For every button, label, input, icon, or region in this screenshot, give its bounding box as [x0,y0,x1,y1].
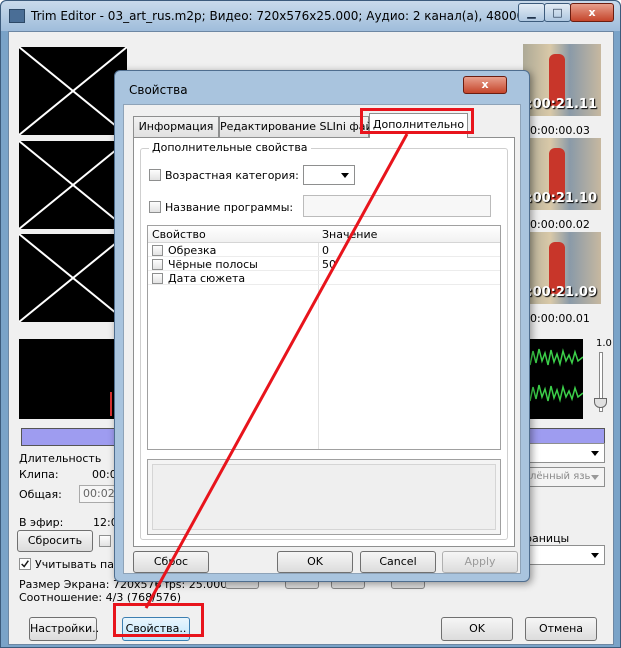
program-name-input[interactable] [303,195,491,217]
properties-dialog: Свойства x Информация Редактирование SLI… [114,70,530,582]
bounds-label: раницы [525,532,570,545]
empty-frame-3 [19,234,127,322]
thumbnail-time: 00:00:00.01 [523,312,590,325]
chevron-down-icon [591,451,599,456]
property-description-inner [152,464,496,530]
video-thumbnail[interactable]: 12:00:21.09 [523,232,601,304]
grid-header-value[interactable]: Значение [322,228,377,241]
p-checkbox[interactable] [99,535,111,547]
dialog-apply-button[interactable]: Apply [442,551,518,573]
consider-params-checkbox[interactable] [19,558,31,570]
cancel-button[interactable]: Отмена [525,617,597,641]
grid-row-name: Дата сюжета [168,272,246,285]
grid-row-value[interactable]: 0 [322,244,329,257]
close-button[interactable]: x [570,3,614,22]
chevron-down-icon [591,553,599,558]
dialog-cancel-button[interactable]: Cancel [360,551,436,573]
thumbnail-timecode: 12:00:21.09 [523,285,597,300]
grid-row[interactable]: Чёрные полосы 50 [148,258,500,271]
settings-button[interactable]: Настройки.. [29,617,99,641]
grid-row[interactable]: Дата сюжета [148,272,500,285]
dialog-ok-button[interactable]: OK [277,551,353,573]
tab-information[interactable]: Информация [133,116,219,137]
ok-button[interactable]: OK [441,617,513,641]
grid-header: Свойство Значение [148,226,500,243]
total-label: Общая: [19,488,62,501]
main-title: Trim Editor - 03_art_rus.m2p; Видео: 720… [31,9,544,23]
language-combo[interactable]: лённый язь [525,467,605,487]
grid-row-name: Обрезка [168,244,217,257]
grid-row[interactable]: Обрезка 0 [148,244,500,257]
empty-frame-1 [19,47,127,135]
age-category-label: Возрастная категория: [165,169,299,182]
chevron-down-icon [341,173,349,178]
grid-row-checkbox[interactable] [152,273,163,284]
thumbnail-time: 00:00:00.02 [523,218,590,231]
age-category-checkbox[interactable] [149,169,161,181]
video-thumbnail[interactable]: 12:00:21.10 [523,138,601,210]
language-combo-value: лённый язь [530,471,591,482]
grid-header-property[interactable]: Свойство [152,228,206,241]
grid-row-checkbox[interactable] [152,259,163,270]
dialog-title: Свойства [129,83,188,97]
tab-panel-advanced: Дополнительные свойства Возрастная катег… [133,137,515,547]
dialog-client-area: Информация Редактирование SLIni файла До… [123,104,521,574]
main-title-bar[interactable]: Trim Editor - 03_art_rus.m2p; Видео: 720… [1,1,620,31]
duration-label: Длительность [19,452,102,465]
app-icon [9,9,25,23]
thumbnail-time: 00:00:00.03 [523,124,590,137]
annotation-highlight-button [113,603,204,637]
right-combo-1[interactable] [525,443,605,463]
dialog-close-button[interactable]: x [463,76,507,94]
playhead-marker [110,392,112,416]
property-description-panel [147,459,501,535]
group-title: Дополнительные свойства [149,141,311,154]
thumbnail-timecode: 12:00:21.10 [523,191,597,206]
age-category-combo[interactable] [303,165,355,185]
volume-scale-label: 1.0 [596,338,612,349]
audio-waveform-left [19,339,127,419]
advanced-properties-group: Дополнительные свойства Возрастная катег… [140,141,508,540]
grid-row-checkbox[interactable] [152,245,163,256]
maximize-button[interactable]: □ [544,3,571,22]
reset-duration-button[interactable]: Сбросить [17,530,93,552]
volume-slider-knob[interactable] [594,398,607,408]
tab-edit-slini[interactable]: Редактирование SLIni файла [219,116,386,137]
clip-label: Клипа: [19,468,59,481]
grid-row-name: Чёрные полосы [168,258,258,271]
dialog-reset-button[interactable]: Сброс [133,551,209,573]
program-name-label: Название программы: [165,201,294,214]
audio-waveform-right [523,339,583,419]
grid-row-value[interactable]: 50 [322,258,336,271]
bounds-combo[interactable] [525,545,605,565]
thumbnail-timecode: 12:00:21.11 [523,97,597,112]
video-thumbnail[interactable]: 12:00:21.11 [523,44,601,116]
air-label: В эфир: [19,516,64,529]
program-name-checkbox[interactable] [149,201,161,213]
annotation-highlight-tab [360,108,474,134]
empty-frame-2 [19,141,127,229]
chevron-down-icon [591,475,599,480]
minimize-button[interactable]: ▁ [518,3,545,22]
properties-grid: Свойство Значение Обрезка 0 Чёрные полос… [147,225,501,450]
